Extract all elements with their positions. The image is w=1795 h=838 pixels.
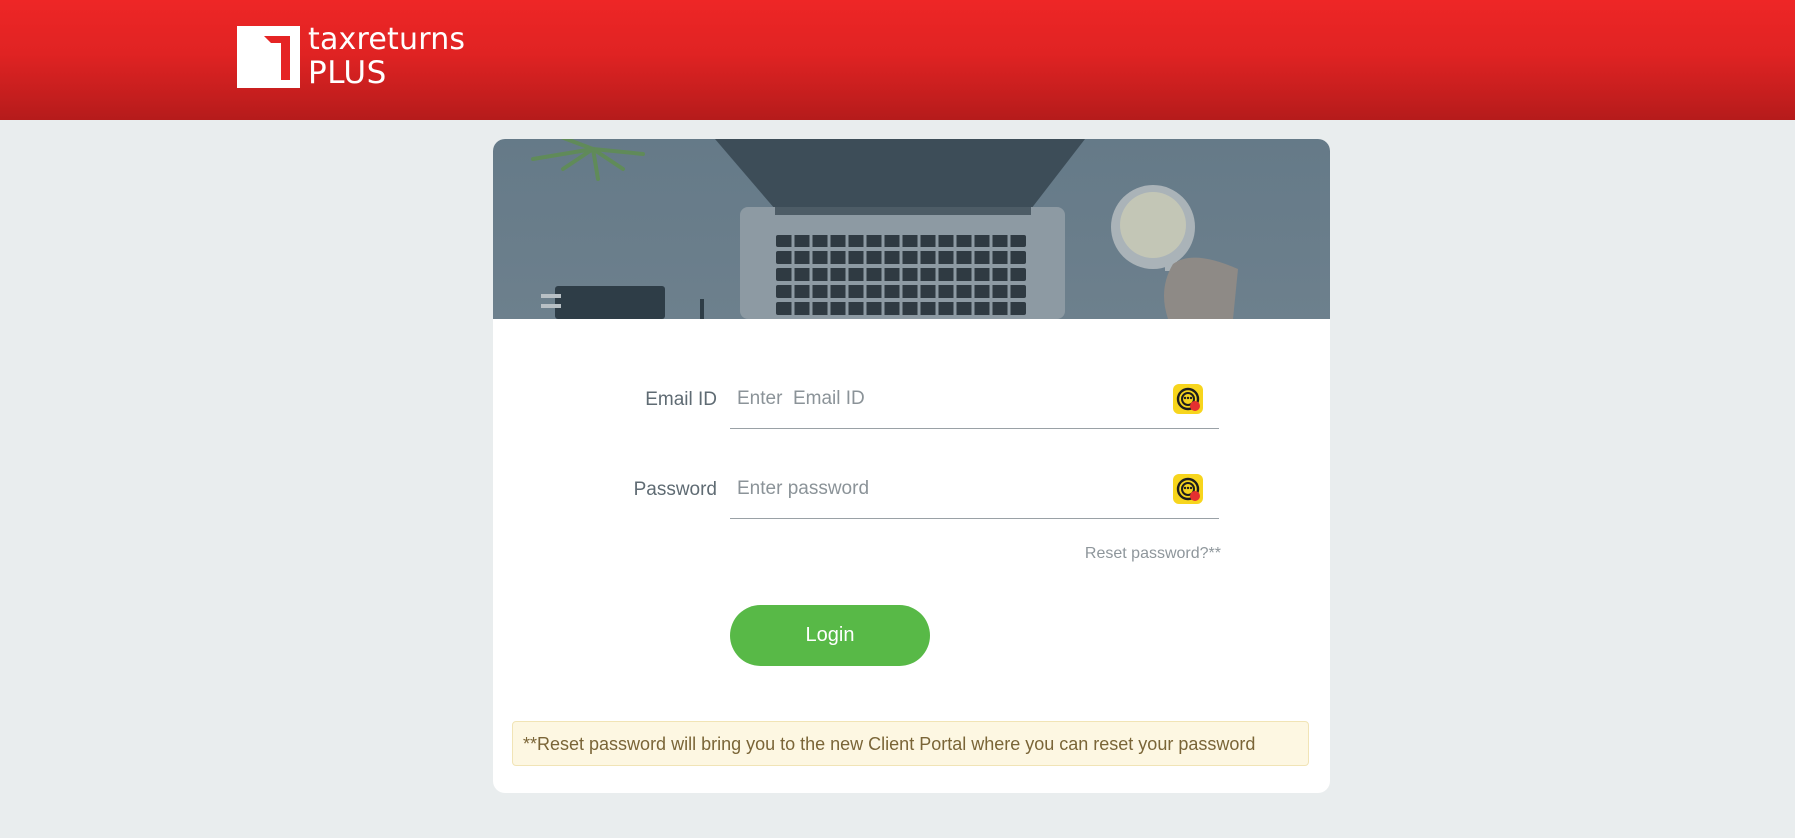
reset-password-link[interactable]: Reset password?** xyxy=(1085,545,1221,563)
email-field xyxy=(730,374,1219,429)
password-manager-icon[interactable] xyxy=(1173,474,1203,504)
login-button[interactable]: Login xyxy=(730,605,930,666)
logo-text: taxreturns PLUS xyxy=(308,22,466,91)
logo-line-2: PLUS xyxy=(308,55,387,91)
login-card: Email ID Password xyxy=(493,139,1330,793)
password-manager-icon[interactable] xyxy=(1173,384,1203,414)
hero-image xyxy=(493,139,1330,319)
top-header-bar: taxreturns PLUS xyxy=(0,0,1795,120)
email-input[interactable] xyxy=(730,374,1157,424)
logo-mark-icon xyxy=(237,26,300,88)
reset-password-notice: **Reset password will bring you to the n… xyxy=(512,721,1309,766)
password-label: Password xyxy=(633,479,717,500)
password-input[interactable] xyxy=(730,464,1157,514)
password-field xyxy=(730,464,1219,519)
logo-line-1: taxreturns xyxy=(308,22,466,57)
email-label: Email ID xyxy=(645,389,717,410)
